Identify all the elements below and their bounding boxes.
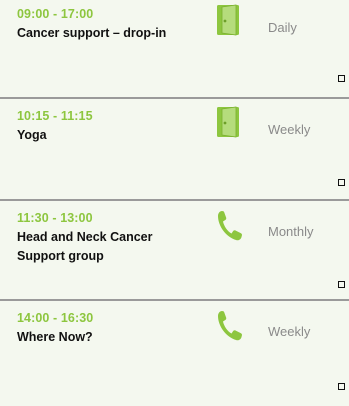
event-frequency: Weekly [268,122,311,137]
door-icon [216,4,242,38]
door-icon [216,106,242,140]
event-title: Cancer support – drop-in [17,26,167,40]
event-row[interactable]: 14:00 - 16:30 Where Now? Weekly [0,304,349,404]
event-frequency: Daily [268,20,297,35]
event-title: Yoga [17,128,47,142]
event-time: 11:30 - 13:00 [17,211,93,225]
divider [0,199,349,201]
event-row[interactable]: 10:15 - 11:15 Yoga Weekly [0,102,349,199]
divider [0,299,349,301]
event-time: 14:00 - 16:30 [17,311,94,325]
event-frequency: Monthly [268,224,314,239]
event-row[interactable]: 09:00 - 17:00 Cancer support – drop-in D… [0,0,349,97]
event-time: 09:00 - 17:00 [17,7,94,21]
phone-icon [216,208,242,242]
event-frequency: Weekly [268,324,311,339]
schedule-list: 09:00 - 17:00 Cancer support – drop-in D… [0,0,349,406]
event-row[interactable]: 11:30 - 13:00 Head and Neck Cancer Suppo… [0,204,349,299]
select-checkbox[interactable] [338,75,345,82]
event-title: Head and Neck Cancer Support group [17,230,153,263]
select-checkbox[interactable] [338,281,345,288]
select-checkbox[interactable] [338,383,345,390]
select-checkbox[interactable] [338,179,345,186]
phone-icon [216,308,242,342]
divider [0,97,349,99]
event-title: Where Now? [17,330,93,344]
event-time: 10:15 - 11:15 [17,109,93,123]
